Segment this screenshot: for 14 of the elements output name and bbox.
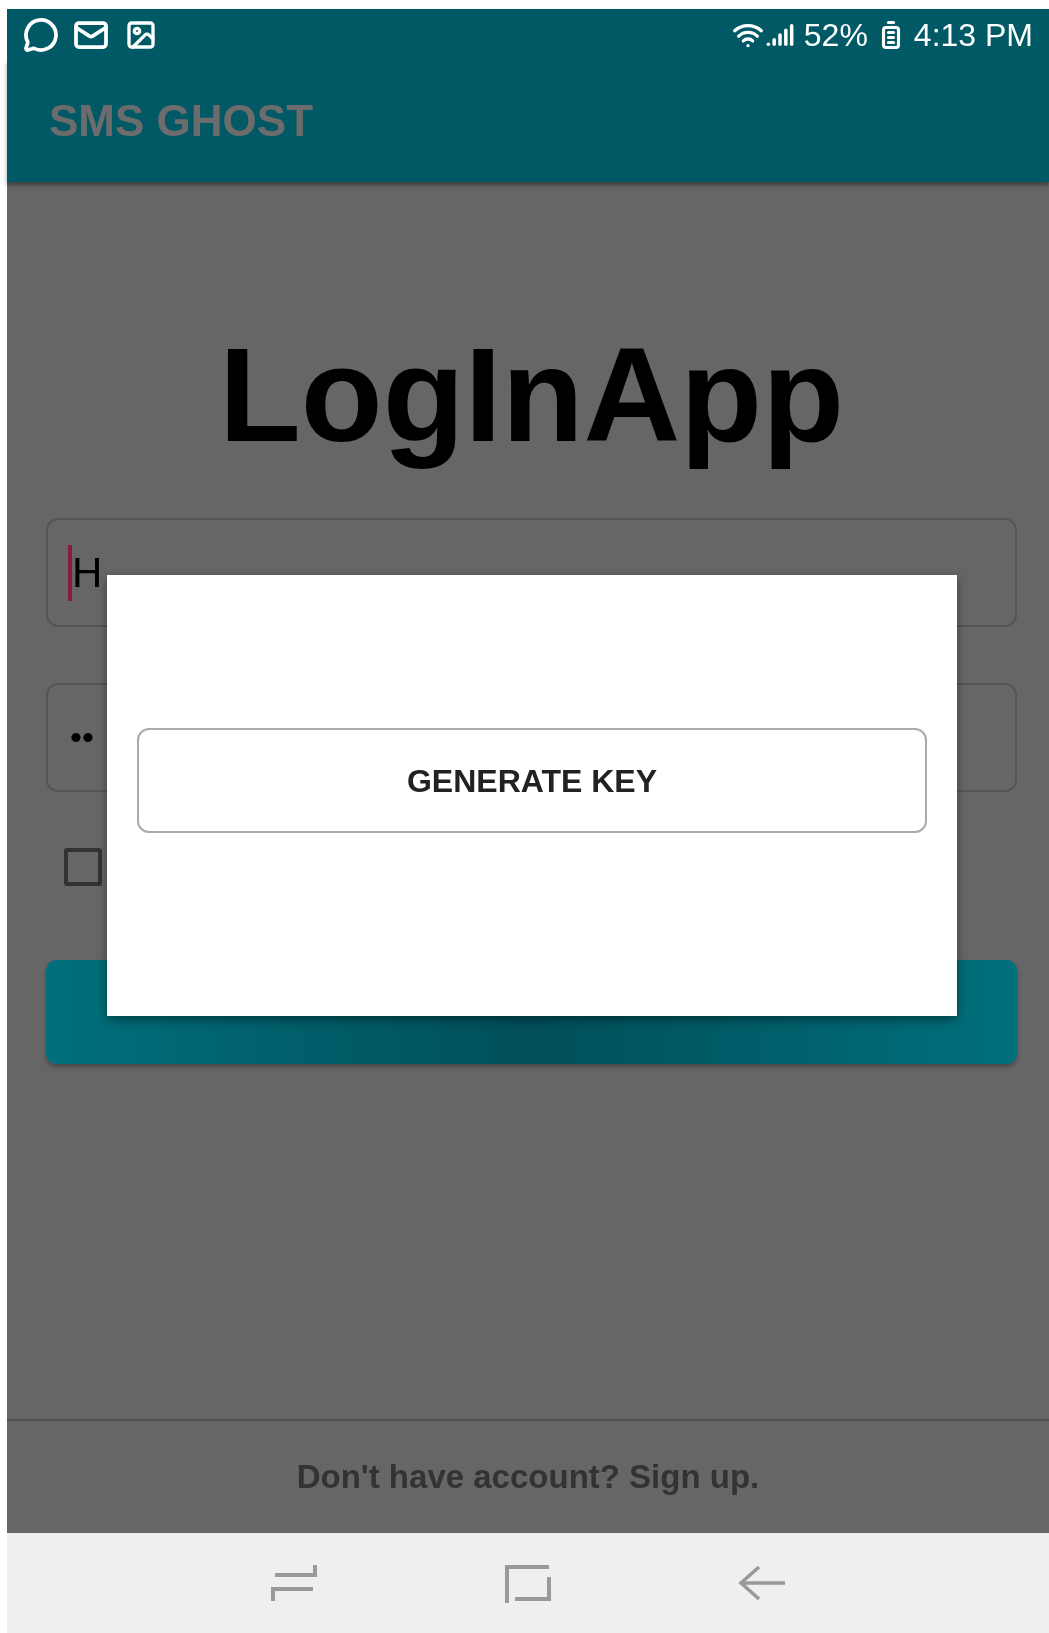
password-value: ••	[70, 717, 94, 758]
image-icon	[125, 18, 157, 51]
back-icon	[737, 1563, 787, 1603]
text-cursor	[68, 544, 72, 601]
login-title: LogInApp	[218, 319, 845, 472]
chat-icon	[23, 16, 59, 53]
battery-percent: 52%	[803, 15, 868, 55]
app-title: SMS GHOST	[49, 95, 314, 147]
recent-apps-icon	[269, 1563, 319, 1603]
checkbox[interactable]	[64, 848, 102, 886]
clock: 4:13 PM	[913, 15, 1033, 55]
generate-key-button[interactable]: GENERATE KEY	[137, 728, 927, 833]
username-value: H	[72, 548, 103, 598]
home-icon	[503, 1563, 553, 1603]
